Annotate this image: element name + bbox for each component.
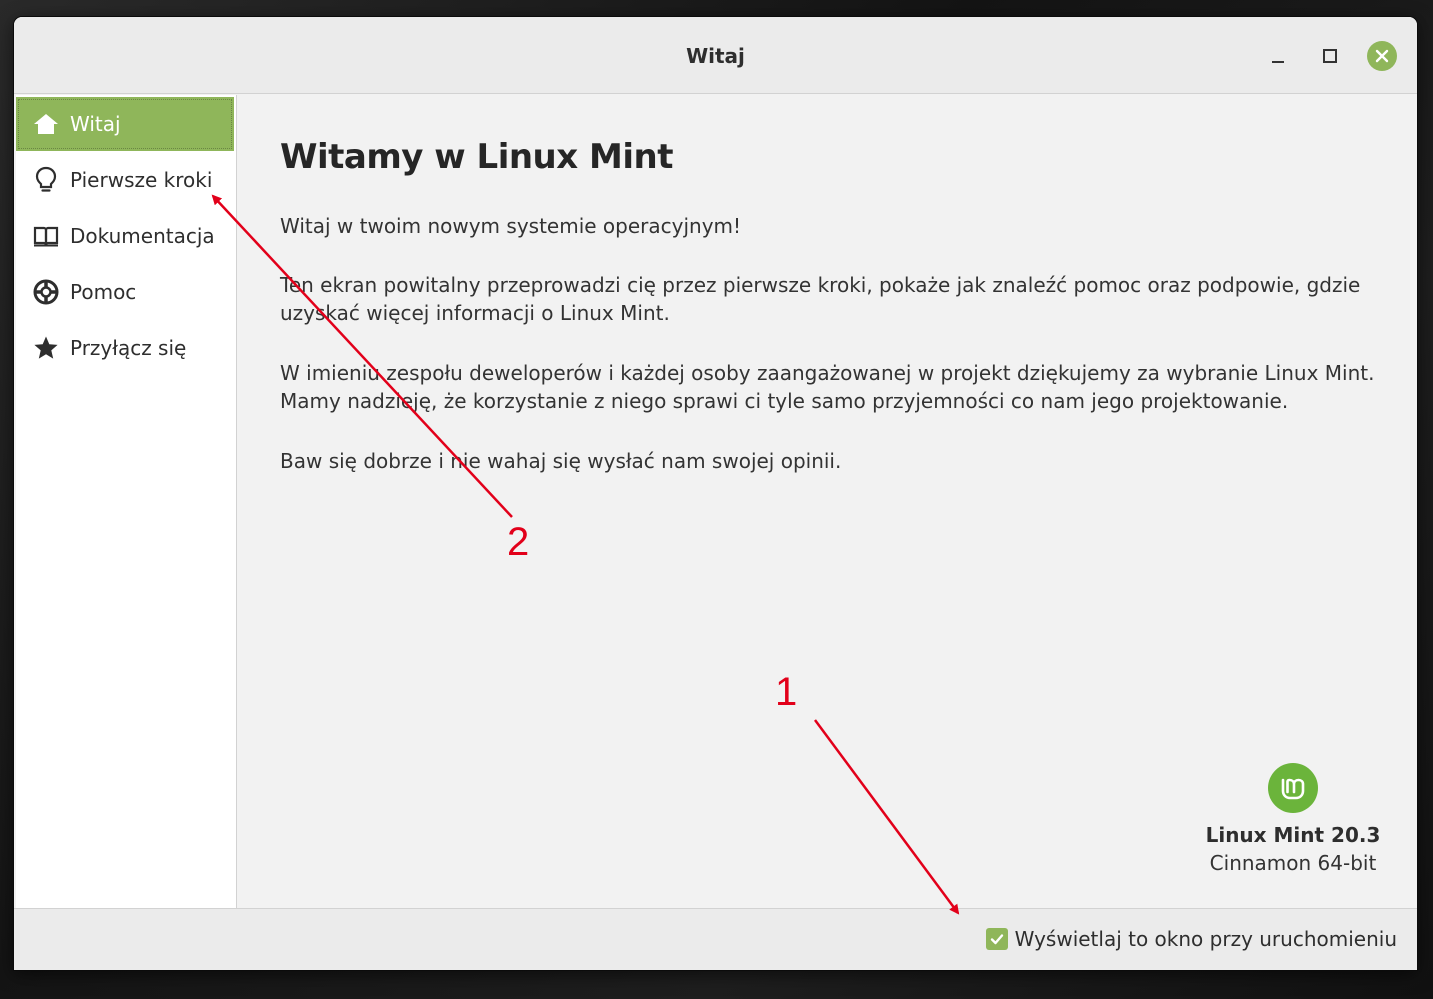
welcome-window: Witaj Witaj Pierwsze kroki Dokumentacja … [14, 17, 1417, 970]
sidebar-item-pierwsze-kroki[interactable]: Pierwsze kroki [16, 153, 234, 207]
show-on-startup-checkbox[interactable] [985, 928, 1008, 950]
intro-paragraph: Baw się dobrze i nie wahaj się wysłać na… [280, 449, 842, 473]
sidebar-item-przylacz-sie[interactable]: Przyłącz się [16, 321, 234, 375]
release-info: Linux Mint 20.3 Cinnamon 64-bit [1187, 763, 1399, 877]
lifebuoy-icon [32, 278, 60, 306]
close-button[interactable] [1366, 40, 1398, 72]
minimize-icon [1272, 61, 1284, 63]
book-icon [32, 222, 60, 250]
intro-paragraph: Ten ekran powitalny przeprowadzi cię prz… [280, 273, 1361, 325]
close-icon [1367, 41, 1397, 71]
sidebar: Witaj Pierwsze kroki Dokumentacja Pomoc … [16, 95, 237, 908]
maximize-button[interactable] [1314, 40, 1346, 72]
sidebar-item-witaj[interactable]: Witaj [16, 97, 234, 151]
release-name: Linux Mint 20.3 [1205, 823, 1381, 847]
checkmark-icon [990, 934, 1003, 945]
page-title: Witamy w Linux Mint [280, 137, 673, 177]
show-on-startup-option[interactable]: Wyświetlaj to okno przy uruchomieniu [985, 927, 1397, 951]
main-content: Witamy w Linux Mint Witaj w twoim nowym … [237, 95, 1417, 908]
intro-paragraph: W imieniu zespołu deweloperów i każdej o… [280, 361, 1375, 413]
sidebar-item-label: Witaj [70, 112, 121, 136]
home-icon [32, 110, 60, 138]
release-edition: Cinnamon 64-bit [1209, 851, 1377, 875]
annotation-marker-1: 1 [775, 670, 798, 714]
sidebar-item-label: Pierwsze kroki [70, 168, 213, 192]
maximize-icon [1323, 49, 1337, 63]
star-icon [32, 334, 60, 362]
desktop-background: Witaj Witaj Pierwsze kroki Dokumentacja … [0, 0, 1433, 999]
window-title: Witaj [686, 44, 745, 68]
sidebar-item-label: Pomoc [70, 280, 137, 304]
annotation-marker-2: 2 [507, 520, 530, 564]
footer-bar: Wyświetlaj to okno przy uruchomieniu [14, 908, 1417, 970]
minimize-button[interactable] [1262, 40, 1294, 72]
lightbulb-icon [32, 166, 60, 194]
show-on-startup-label: Wyświetlaj to okno przy uruchomieniu [1014, 927, 1397, 951]
sidebar-item-dokumentacja[interactable]: Dokumentacja [16, 209, 234, 263]
sidebar-item-pomoc[interactable]: Pomoc [16, 265, 234, 319]
title-bar[interactable]: Witaj [14, 17, 1417, 94]
sidebar-item-label: Przyłącz się [70, 336, 187, 360]
linux-mint-logo-icon [1268, 763, 1318, 813]
intro-paragraph: Witaj w twoim nowym systemie operacyjnym… [280, 214, 742, 238]
sidebar-item-label: Dokumentacja [70, 224, 215, 248]
